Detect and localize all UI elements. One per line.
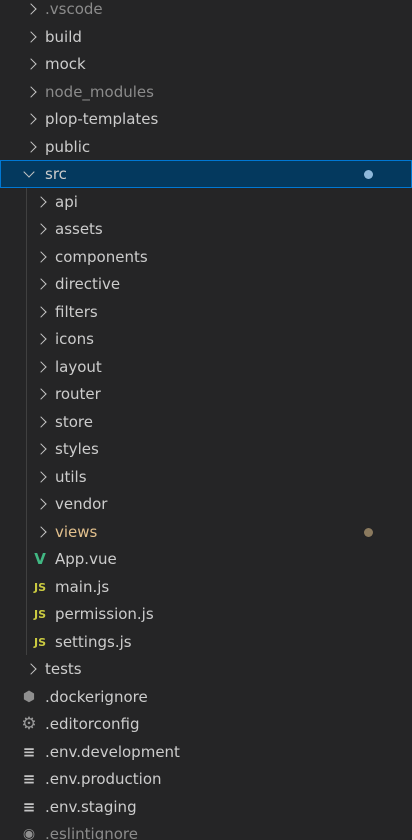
item-label: permission.js — [55, 605, 154, 623]
file-item-settings-js[interactable]: JS settings.js — [0, 628, 412, 656]
chevron-right-icon[interactable] — [35, 195, 47, 208]
folder-item-filters[interactable]: filters — [0, 298, 412, 326]
chevron-right-icon[interactable] — [25, 113, 37, 125]
item-label: main.js — [55, 577, 110, 596]
folder-item-directive[interactable]: directive — [0, 270, 412, 298]
vue-icon: V — [34, 550, 46, 568]
file-item-eslintignore[interactable]: ◉ .eslintignore — [0, 820, 412, 840]
folder-item-views[interactable]: views — [0, 518, 412, 546]
item-label: build — [45, 27, 82, 46]
chevron-right-icon[interactable] — [35, 388, 47, 400]
item-label: .env.staging — [45, 797, 137, 816]
item-label: .editorconfig — [45, 715, 140, 733]
item-label: api — [55, 192, 78, 211]
lines-icon: ≡ — [22, 770, 36, 788]
file-item-env-staging[interactable]: ≡ .env.staging — [0, 793, 412, 821]
chevron-right-icon[interactable] — [35, 443, 47, 455]
item-label: plop-templates — [45, 110, 159, 128]
file-item-main-js[interactable]: JS main.js — [0, 573, 412, 601]
javascript-icon: JS — [33, 635, 46, 649]
item-label: .env.development — [45, 742, 180, 761]
item-label: .vscode — [45, 0, 103, 18]
item-label: router — [55, 385, 101, 403]
file-item-editorconfig[interactable]: ⚙ .editorconfig — [0, 710, 412, 738]
chevron-right-icon[interactable] — [35, 223, 47, 235]
chevron-down-icon[interactable] — [23, 166, 35, 178]
folder-item-mock[interactable]: mock — [0, 50, 412, 78]
chevron-right-icon[interactable] — [35, 415, 47, 428]
item-label: styles — [55, 440, 99, 458]
folder-item-router[interactable]: router — [0, 380, 412, 408]
chevron-right-icon[interactable] — [35, 470, 47, 483]
folder-item-tests[interactable]: tests — [0, 655, 412, 683]
javascript-icon: JS — [33, 608, 46, 621]
item-label: .dockerignore — [45, 687, 148, 706]
chevron-right-icon[interactable] — [25, 58, 37, 70]
item-label: store — [55, 412, 93, 431]
item-label: tests — [45, 660, 82, 678]
item-label: icons — [55, 330, 94, 348]
item-label: layout — [55, 357, 102, 376]
chevron-right-icon[interactable] — [25, 663, 37, 675]
folder-item-utils[interactable]: utils — [0, 463, 412, 491]
item-label: utils — [55, 467, 87, 486]
file-item-permission-js[interactable]: JS permission.js — [0, 600, 412, 628]
lines-icon: ≡ — [22, 797, 36, 816]
eslint-icon: ◉ — [22, 826, 36, 840]
file-item-env-production[interactable]: ≡ .env.production — [0, 765, 412, 793]
item-label: App.vue — [55, 550, 117, 568]
chevron-right-icon[interactable] — [35, 525, 47, 538]
chevron-right-icon[interactable] — [25, 85, 37, 98]
chevron-right-icon[interactable] — [25, 3, 37, 15]
modified-badge-dot — [364, 527, 373, 537]
folder-item-vendor[interactable]: vendor — [0, 490, 412, 518]
item-label: views — [55, 522, 98, 541]
folder-item-build[interactable]: build — [0, 23, 412, 51]
indent-guide — [26, 187, 27, 655]
chevron-right-icon[interactable] — [35, 498, 47, 510]
item-label: components — [55, 247, 148, 266]
file-explorer: .vscode build mock node_modules plop-templat… — [0, 0, 412, 840]
chevron-right-icon[interactable] — [25, 30, 37, 43]
gear-icon: ⚙ — [21, 714, 37, 734]
modified-badge-dot — [364, 170, 373, 179]
item-label: filters — [55, 302, 98, 321]
item-label: src — [45, 165, 67, 183]
folder-item-components[interactable]: components — [0, 243, 412, 271]
docker-icon: ⬢ — [22, 688, 36, 705]
item-label: public — [45, 137, 91, 156]
item-label: node_modules — [45, 82, 154, 101]
chevron-right-icon[interactable] — [35, 278, 47, 290]
chevron-right-icon[interactable] — [35, 250, 47, 263]
item-label: vendor — [55, 495, 108, 513]
item-label: assets — [55, 220, 103, 238]
chevron-right-icon[interactable] — [25, 140, 37, 153]
chevron-right-icon[interactable] — [35, 333, 47, 345]
file-tree: .vscode build mock node_modules plop-templat… — [0, 0, 412, 840]
chevron-right-icon[interactable] — [35, 305, 47, 318]
file-item-env-development[interactable]: ≡ .env.development — [0, 738, 412, 766]
item-label: .eslintignore — [45, 825, 138, 840]
folder-item-node-modules[interactable]: node_modules — [0, 78, 412, 106]
folder-item-icons[interactable]: icons — [0, 325, 412, 353]
folder-item-store[interactable]: store — [0, 408, 412, 436]
javascript-icon: JS — [33, 580, 46, 594]
chevron-right-icon[interactable] — [35, 360, 47, 373]
folder-item-src[interactable]: src — [0, 160, 412, 188]
folder-item-styles[interactable]: styles — [0, 435, 412, 463]
file-item-dockerignore[interactable]: ⬢ .dockerignore — [0, 683, 412, 711]
folder-item-assets[interactable]: assets — [0, 215, 412, 243]
folder-item-api[interactable]: api — [0, 188, 412, 216]
file-item-app-vue[interactable]: V App.vue — [0, 545, 412, 573]
item-label: settings.js — [55, 632, 132, 651]
folder-item-public[interactable]: public — [0, 133, 412, 161]
item-label: .env.production — [45, 770, 162, 788]
item-label: mock — [45, 55, 86, 73]
lines-icon: ≡ — [22, 742, 36, 761]
item-label: directive — [55, 275, 121, 293]
folder-item-layout[interactable]: layout — [0, 353, 412, 381]
folder-item-vscode[interactable]: .vscode — [0, 0, 412, 23]
folder-item-plop-templates[interactable]: plop-templates — [0, 105, 412, 133]
